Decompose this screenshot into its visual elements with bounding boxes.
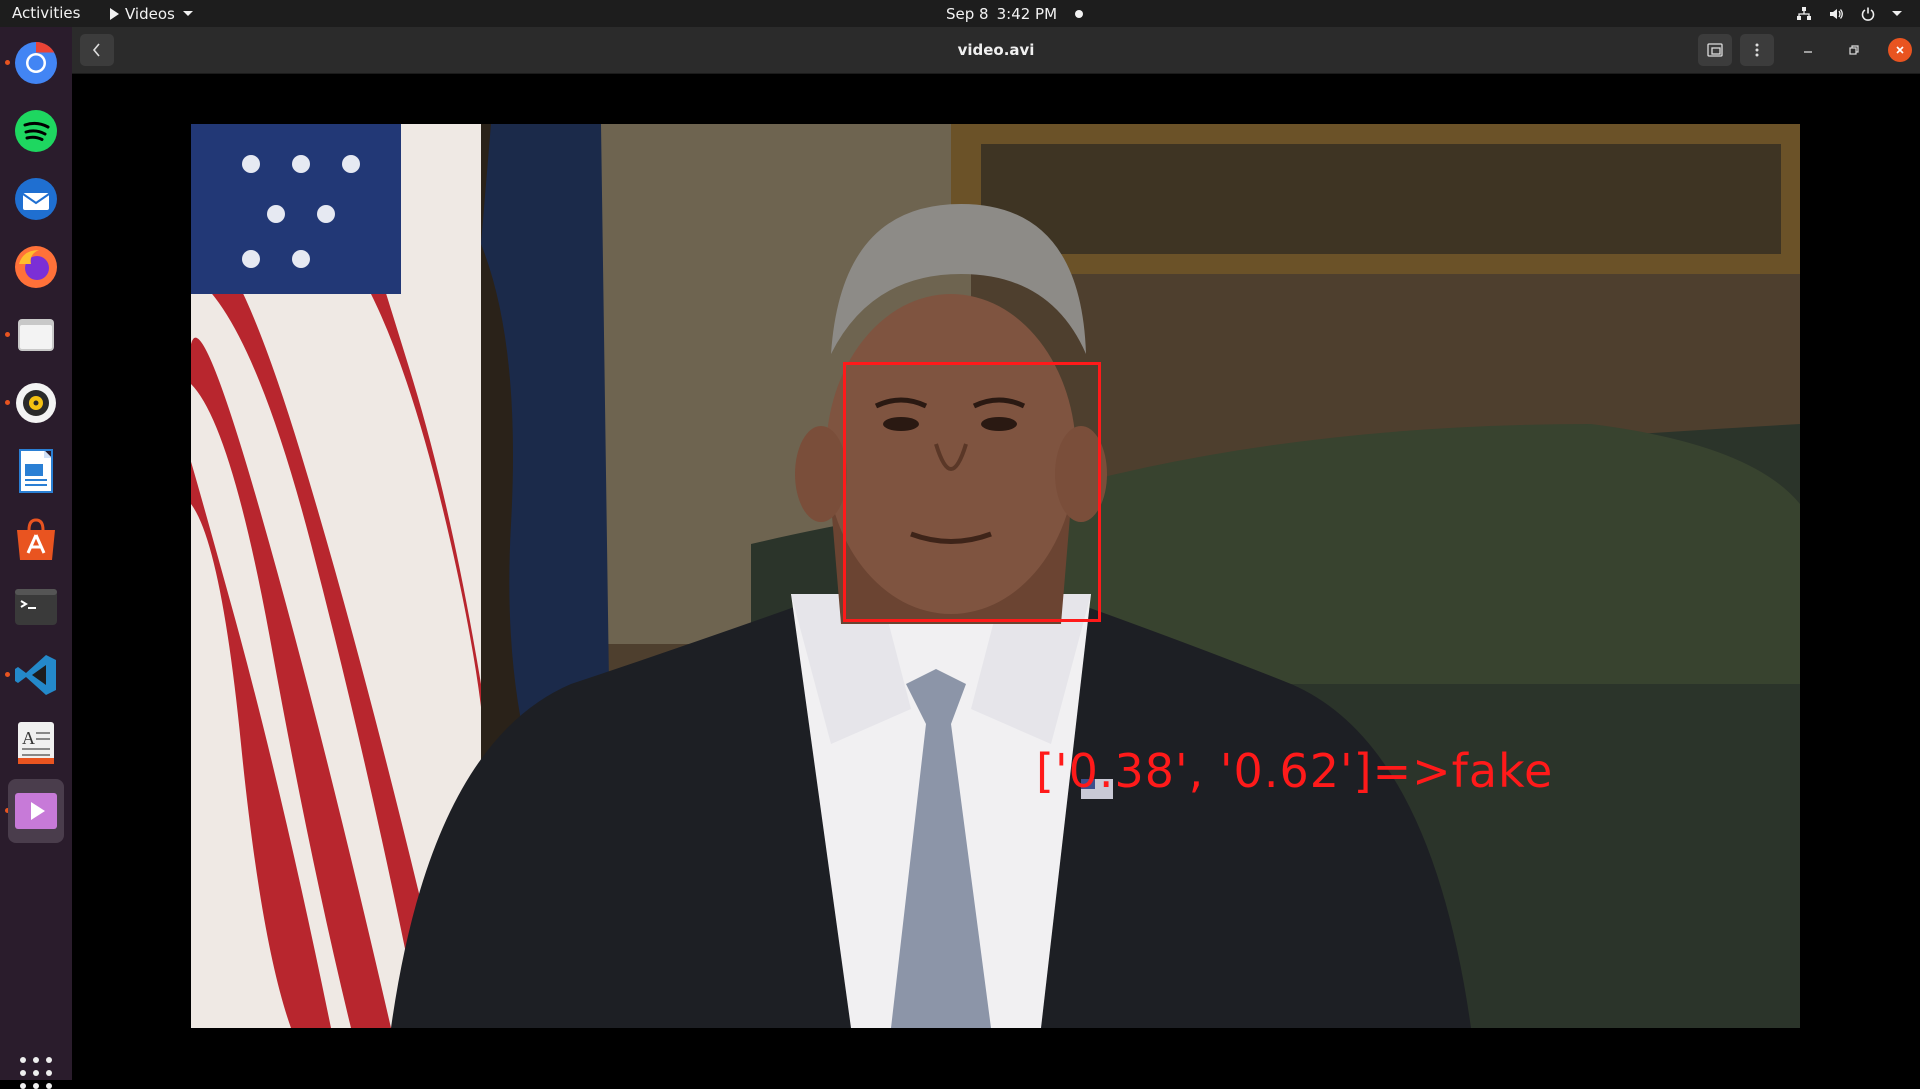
maximize-button[interactable]: [1842, 38, 1866, 62]
chevron-left-icon: [92, 43, 100, 57]
detection-label: ['0.38', '0.62']=>fake: [1036, 744, 1554, 798]
software-center-icon[interactable]: [8, 511, 64, 567]
network-icon: [1797, 6, 1811, 20]
chrome-icon[interactable]: [8, 35, 64, 91]
thunderbird-icon[interactable]: [8, 171, 64, 227]
picture-in-picture-icon: [1707, 43, 1723, 57]
app-menu[interactable]: Videos: [110, 0, 193, 27]
files-icon[interactable]: [8, 307, 64, 363]
chevron-down-icon: [182, 11, 193, 16]
system-tray[interactable]: [1796, 0, 1902, 27]
restore-icon: [1849, 45, 1859, 55]
pip-button[interactable]: [1698, 34, 1732, 66]
videos-icon[interactable]: [8, 779, 64, 843]
rhythmbox-icon[interactable]: [8, 375, 64, 431]
menu-button[interactable]: [1740, 34, 1774, 66]
spotify-icon[interactable]: [8, 103, 64, 159]
minimize-button[interactable]: [1796, 38, 1820, 62]
window-title: video.avi: [957, 41, 1035, 59]
text-editor-icon[interactable]: A: [8, 715, 64, 771]
activities-button[interactable]: Activities: [12, 0, 80, 27]
close-icon: [1896, 46, 1904, 54]
back-button[interactable]: [80, 34, 114, 66]
kebab-menu-icon: [1755, 43, 1759, 57]
clock[interactable]: Sep 8 3:42 PM: [946, 0, 1084, 27]
svg-text:A: A: [22, 728, 35, 748]
firefox-icon[interactable]: [8, 239, 64, 295]
writer-icon[interactable]: [8, 443, 64, 499]
face-detection-box: [843, 362, 1101, 622]
clock-time: 3:42 PM: [996, 4, 1058, 23]
clock-date: Sep 8: [946, 4, 989, 23]
minimize-icon: [1804, 51, 1812, 53]
video-frame[interactable]: ['0.38', '0.62']=>fake: [191, 124, 1800, 1028]
close-button[interactable]: [1888, 38, 1912, 62]
header-controls: [1698, 34, 1912, 66]
vscode-icon[interactable]: [8, 647, 64, 703]
terminal-icon[interactable]: [8, 579, 64, 635]
video-area[interactable]: ['0.38', '0.62']=>fake: [72, 74, 1920, 1080]
play-icon: [110, 7, 119, 20]
volume-icon: [1830, 8, 1843, 19]
window-header: video.avi: [72, 27, 1920, 74]
power-icon: [1861, 7, 1875, 21]
show-apps-icon[interactable]: [20, 1057, 52, 1089]
dock: A: [0, 27, 72, 1089]
notification-dot: [1075, 9, 1084, 18]
app-menu-label: Videos: [125, 4, 175, 23]
top-bar: Activities Videos Sep 8 3:42 PM: [0, 0, 1920, 27]
chevron-down-icon: [1892, 11, 1902, 16]
